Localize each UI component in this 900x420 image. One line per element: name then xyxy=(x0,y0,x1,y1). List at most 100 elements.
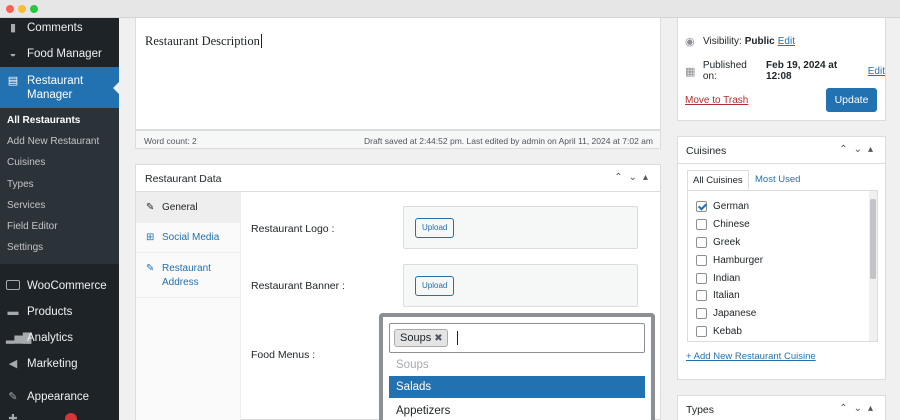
checkbox[interactable] xyxy=(696,308,707,319)
add-new-cuisine-link[interactable]: + Add New Restaurant Cuisine xyxy=(686,351,816,362)
sidebar-item-label: WooCommerce xyxy=(27,280,107,292)
cuisine-item[interactable]: German xyxy=(696,201,749,212)
text-cursor xyxy=(457,331,458,345)
edit-visibility-link[interactable]: Edit xyxy=(778,36,795,47)
sidebar-item-comments[interactable]: ▮ Comments xyxy=(0,19,119,37)
cuisine-item[interactable]: Chinese xyxy=(696,219,750,230)
restaurant-data-tabs: ✎ General ⊞ Social Media ✎ Restaurant Addre… xyxy=(136,192,241,420)
tab-social-media[interactable]: ⊞ Social Media xyxy=(136,223,241,253)
cuisines-header: Cuisines ⌃⌄▴ xyxy=(678,137,885,164)
visibility-value: Public xyxy=(744,36,775,47)
submenu-field-editor[interactable]: Field Editor xyxy=(7,221,58,232)
tab-all-cuisines[interactable]: All Cuisines xyxy=(687,170,749,190)
woocommerce-icon xyxy=(6,280,20,292)
sidebar-item-products[interactable]: ▬ Products xyxy=(0,302,119,322)
tab-restaurant-address[interactable]: ✎ Restaurant Address xyxy=(136,253,241,298)
description-editor[interactable]: Restaurant Description xyxy=(135,18,661,130)
cuisine-label: Kebab xyxy=(713,326,742,337)
products-icon: ▬ xyxy=(7,306,19,318)
scrollbar-thumb[interactable] xyxy=(870,199,876,279)
appearance-icon: ✎ xyxy=(8,391,18,403)
restaurant-banner-label: Restaurant Banner : xyxy=(251,280,345,292)
calendar-icon: ▦ xyxy=(685,65,696,78)
move-to-trash-link[interactable]: Move to Trash xyxy=(685,95,748,106)
cuisine-item[interactable]: Greek xyxy=(696,237,740,248)
submenu-cuisines[interactable]: Cuisines xyxy=(7,157,45,168)
published-label: Published on: xyxy=(702,60,747,82)
cuisine-label: Italian xyxy=(713,290,740,301)
cuisine-item[interactable]: Japanese xyxy=(696,308,756,319)
cuisines-handle-actions[interactable]: ⌃⌄▴ xyxy=(839,144,879,155)
cuisine-item[interactable]: Kebab xyxy=(696,326,742,337)
tab-label: General xyxy=(162,202,198,213)
published-value: Feb 19, 2024 at 12:08 xyxy=(766,60,838,82)
restaurant-submenu: All Restaurants Add New Restaurant Cuisi… xyxy=(0,108,119,264)
sidebar-item-woocommerce[interactable]: WooCommerce xyxy=(0,276,119,296)
wrench-icon: ✎ xyxy=(146,202,155,213)
dropdown-option[interactable]: Salads xyxy=(389,376,645,398)
food-menus-select: Soups ✖ Soups Salads Appetizers xyxy=(379,313,655,420)
sidebar-item-label: Appearance xyxy=(27,391,90,403)
checkbox[interactable] xyxy=(696,290,707,301)
checkbox[interactable] xyxy=(696,237,707,248)
published-row: ▦ Published on: Feb 19, 2024 at 12:08 Ed… xyxy=(685,60,885,82)
sidebar-item-label: Products xyxy=(27,306,73,318)
plugins-icon: ✚ xyxy=(8,413,18,420)
cuisine-item[interactable]: Indian xyxy=(696,273,740,284)
cuisine-label: Greek xyxy=(713,237,741,248)
types-handle-actions[interactable]: ⌃⌄▴ xyxy=(839,403,879,414)
tab-label: Restaurant Address xyxy=(162,263,211,288)
submenu-types[interactable]: Types xyxy=(7,179,34,190)
metabox-handle-actions[interactable]: ⌃⌄▴ xyxy=(614,172,654,183)
food-menus-label: Food Menus : xyxy=(251,349,316,361)
upload-logo-button[interactable]: Upload xyxy=(415,218,455,238)
sidebar-item-restaurant-manager[interactable]: ▤ Restaurant Manager xyxy=(0,67,119,108)
visibility-label: Visibility: xyxy=(703,36,742,47)
cuisines-title: Cuisines xyxy=(686,145,727,157)
checkbox[interactable] xyxy=(696,255,707,266)
update-button[interactable]: Update xyxy=(826,88,877,112)
tab-general[interactable]: ✎ General xyxy=(136,192,241,223)
close-window-button[interactable] xyxy=(6,5,14,13)
restaurant-logo-field: Upload xyxy=(403,206,638,249)
minimize-window-button[interactable] xyxy=(18,5,26,13)
cuisine-item[interactable]: Italian xyxy=(696,290,740,301)
submenu-all-restaurants[interactable]: All Restaurants xyxy=(7,115,80,126)
food-menus-search-input[interactable]: Soups ✖ xyxy=(389,323,645,353)
active-indicator xyxy=(113,81,119,94)
sidebar-item-label: Comments xyxy=(27,22,83,34)
sidebar-item-food-manager[interactable]: ◒ Food Manager xyxy=(0,44,119,64)
maximize-window-button[interactable] xyxy=(30,5,38,13)
sidebar-item-label: Food Manager xyxy=(27,48,102,60)
checkbox[interactable] xyxy=(696,219,707,230)
checkbox[interactable] xyxy=(696,273,707,284)
window-titlebar xyxy=(0,0,900,18)
food-manager-icon: ◒ xyxy=(9,48,17,60)
tab-label: Social Media xyxy=(162,232,220,243)
analytics-icon: ▂▅▇ xyxy=(6,332,32,344)
remove-tag-icon[interactable]: ✖ xyxy=(434,333,442,344)
checkbox[interactable] xyxy=(696,326,707,337)
submenu-settings[interactable]: Settings xyxy=(7,242,43,253)
edit-date-link[interactable]: Edit xyxy=(868,66,885,77)
sidebar-item-marketing[interactable]: ◀ Marketing xyxy=(0,354,119,374)
sidebar-item-label: Analytics xyxy=(27,332,74,344)
submenu-add-new-restaurant[interactable]: Add New Restaurant xyxy=(7,136,99,147)
dropdown-option[interactable]: Appetizers xyxy=(389,400,645,420)
sidebar-item-appearance[interactable]: ✎ Appearance xyxy=(0,387,119,407)
metabox-header: Restaurant Data ⌃⌄▴ xyxy=(136,165,660,192)
selected-tag-label: Soups xyxy=(400,332,432,344)
marketing-icon: ◀ xyxy=(8,358,18,370)
checkbox-checked[interactable] xyxy=(696,201,707,212)
tab-most-used[interactable]: Most Used xyxy=(750,170,805,190)
cuisine-item[interactable]: Hamburger xyxy=(696,255,763,266)
checklist-scrollbar[interactable] xyxy=(869,191,877,341)
sidebar-item-plugins[interactable]: ✚ xyxy=(0,412,119,420)
submenu-services[interactable]: Services xyxy=(7,200,45,211)
eye-icon: ◉ xyxy=(685,36,695,48)
types-box: Types ⌃⌄▴ xyxy=(677,395,886,420)
upload-banner-button[interactable]: Upload xyxy=(415,276,455,296)
admin-sidebar: ▮ Comments ◒ Food Manager ▤ Restaurant M… xyxy=(0,18,119,420)
publish-box: ◉ Visibility: Public Edit ▦ Published on… xyxy=(677,18,886,121)
sidebar-item-analytics[interactable]: ▂▅▇ Analytics xyxy=(0,328,119,348)
